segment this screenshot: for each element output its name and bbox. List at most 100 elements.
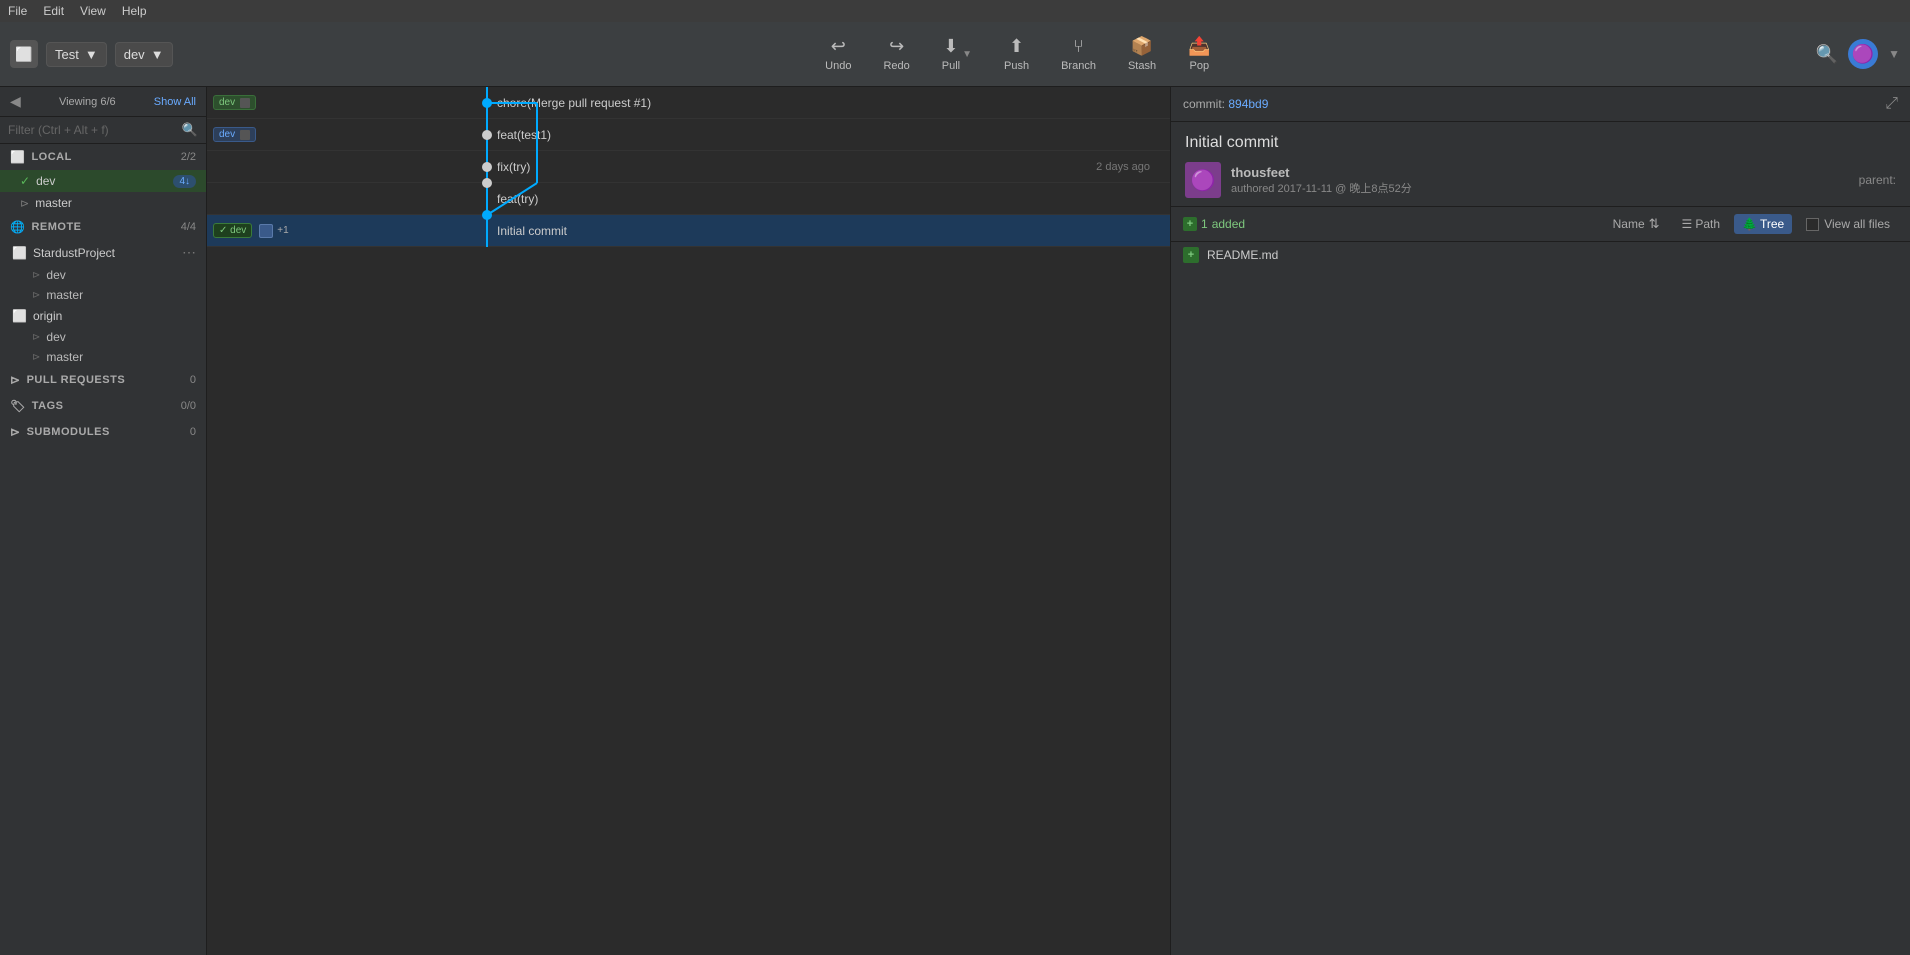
commit-author-row: 🟣 thousfeet authored 2017-11-11 @ 晚上8点52…: [1185, 162, 1896, 198]
commit-graph-area-5: ✓ dev +1: [207, 215, 427, 247]
sidebar-back-button[interactable]: ◀: [10, 93, 21, 110]
commit-message-3: fix(try): [497, 160, 1088, 174]
commit-title: Initial commit: [1185, 134, 1896, 152]
files-view-controls: Name ⇅ ☰ Path 🌲 Tree: [1605, 213, 1898, 235]
pop-button[interactable]: 📤 Pop: [1174, 30, 1224, 78]
repo-name: Test: [55, 47, 79, 62]
tree-view-button[interactable]: 🌲 Tree: [1734, 214, 1792, 234]
remote-section-header[interactable]: 🌐 REMOTE 4/4: [0, 214, 206, 240]
commit-id-value: 894bd9: [1228, 97, 1268, 111]
commit-row-2[interactable]: dev feat(test1): [207, 119, 1170, 151]
commit-message-4: feat(try): [497, 192, 1160, 206]
submodules-title: ⊳ SUBMODULES: [10, 425, 110, 439]
search-button[interactable]: 🔍: [1816, 44, 1838, 65]
remote-stardustproject[interactable]: ⬜ StardustProject ⋯: [0, 240, 206, 265]
tags-label: TAGS: [32, 400, 64, 412]
toolbar-left: ⬜ Test ▼ dev ▼: [10, 40, 220, 68]
branch-tag-dev-remote: dev: [213, 127, 256, 142]
remote-indicator: [259, 224, 273, 238]
local-section-title: ⬜ LOCAL: [10, 150, 72, 164]
added-label: added: [1212, 217, 1245, 231]
menu-view[interactable]: View: [80, 4, 106, 18]
path-icon: ☰: [1682, 217, 1693, 231]
repo-selector[interactable]: Test ▼: [46, 42, 107, 67]
local-section-header[interactable]: ⬜ LOCAL 2/2: [0, 144, 206, 170]
sidebar-item-dev-local[interactable]: ✓ dev 4↓: [0, 170, 206, 192]
parent-info: parent:: [1859, 173, 1896, 187]
branch-tag-dev-check: ✓ dev: [213, 223, 252, 238]
tree-icon: 🌲: [1742, 217, 1757, 231]
tags-count: 0/0: [181, 400, 196, 412]
push-button[interactable]: ⬆ Push: [990, 30, 1043, 78]
commit-message-5: Initial commit: [497, 224, 1160, 238]
expand-button[interactable]: ⤢: [1885, 95, 1898, 113]
remote-origin[interactable]: ⬜ origin: [0, 305, 206, 327]
dev-local-label: dev: [36, 174, 167, 188]
remote-count: 4/4: [181, 221, 196, 233]
sidebar: ◀ Viewing 6/6 Show All 🔍 ⬜ LOCAL 2/2 ✓ d…: [0, 87, 207, 955]
commit-row-3[interactable]: fix(try) 2 days ago: [207, 151, 1170, 183]
show-all-link[interactable]: Show All: [154, 96, 196, 108]
viewing-text: Viewing 6/6: [59, 96, 116, 108]
sidebar-item-master-local[interactable]: ⊳ master: [0, 192, 206, 214]
origin-dev-icon: ⊳: [32, 332, 40, 343]
redo-button[interactable]: ↪ Redo: [869, 30, 923, 78]
menu-edit[interactable]: Edit: [43, 4, 64, 18]
submodules-count: 0: [190, 426, 196, 438]
commit-graph: dev chore(Merge pull request #1) dev: [207, 87, 1170, 955]
toolbar: ⬜ Test ▼ dev ▼ ↩ Undo ↪ Redo ⬇ Pull ▼ ⬆ …: [0, 22, 1910, 87]
sidebar-item-stardustproject-master[interactable]: ⊳ master: [0, 285, 206, 305]
origin-icon: ⬜: [12, 309, 27, 323]
redo-label: Redo: [883, 60, 909, 72]
pull-requests-section-header[interactable]: ⊳ PULL REQUESTS 0: [0, 367, 206, 393]
pop-label: Pop: [1190, 60, 1210, 72]
author-avatar: 🟣: [1185, 162, 1221, 198]
repo-icon: ⬜: [10, 40, 38, 68]
commit-row-1[interactable]: dev chore(Merge pull request #1): [207, 87, 1170, 119]
user-avatar[interactable]: 🟣: [1848, 39, 1878, 69]
commit-info-2: feat(test1): [427, 128, 1160, 142]
stardustproject-menu-icon[interactable]: ⋯: [182, 244, 196, 261]
sidebar-item-stardustproject-dev[interactable]: ⊳ dev: [0, 265, 206, 285]
pull-requests-count: 0: [190, 374, 196, 386]
commit-message-2: feat(test1): [497, 128, 1160, 142]
sidebar-item-origin-master[interactable]: ⊳ master: [0, 347, 206, 367]
stash-button[interactable]: 📦 Stash: [1114, 30, 1170, 78]
view-all-label: View all files: [1824, 217, 1890, 231]
commit-id-label: commit:: [1183, 97, 1225, 111]
commit-graph-inner: dev chore(Merge pull request #1) dev: [207, 87, 1170, 247]
tags-section-header[interactable]: 🏷 TAGS 0/0: [0, 393, 206, 419]
branch-icon: ⑂: [1073, 36, 1084, 57]
redo-icon: ↪: [889, 36, 904, 57]
filter-search-icon[interactable]: 🔍: [182, 122, 198, 138]
branch-selector[interactable]: dev ▼: [115, 42, 173, 67]
user-dropdown-arrow[interactable]: ▼: [1888, 47, 1900, 61]
branch-button[interactable]: ⑂ Branch: [1047, 30, 1110, 78]
master-local-label: master: [35, 196, 196, 210]
submodules-section-header[interactable]: ⊳ SUBMODULES 0: [0, 419, 206, 445]
name-col-label: Name: [1613, 217, 1645, 231]
file-name-readme: README.md: [1207, 248, 1278, 262]
origin-dev-label: dev: [46, 330, 65, 344]
main-layout: ◀ Viewing 6/6 Show All 🔍 ⬜ LOCAL 2/2 ✓ d…: [0, 87, 1910, 955]
commit-row-4[interactable]: feat(try): [207, 183, 1170, 215]
branch-name: dev: [124, 47, 145, 62]
sidebar-item-origin-dev[interactable]: ⊳ dev: [0, 327, 206, 347]
commit-graph-area-3: [207, 151, 427, 183]
menu-file[interactable]: File: [8, 4, 27, 18]
pull-button[interactable]: ⬇ Pull ▼: [928, 30, 986, 78]
toolbar-center: ↩ Undo ↪ Redo ⬇ Pull ▼ ⬆ Push ⑂ Branch 📦…: [220, 30, 1816, 78]
undo-button[interactable]: ↩ Undo: [811, 30, 865, 78]
file-item-readme[interactable]: + README.md: [1171, 242, 1910, 268]
filter-input[interactable]: [8, 123, 176, 137]
stash-label: Stash: [1128, 60, 1156, 72]
remote-label: REMOTE: [31, 221, 81, 233]
path-view-button[interactable]: ☰ Path: [1674, 214, 1728, 234]
commit-row-5[interactable]: ✓ dev +1 Initial commit: [207, 215, 1170, 247]
name-sort-button[interactable]: Name ⇅: [1605, 213, 1668, 235]
tree-label: Tree: [1760, 217, 1784, 231]
dev-badge: 4↓: [173, 175, 196, 188]
pull-icon: ⬇: [943, 36, 958, 57]
view-all-files-checkbox[interactable]: View all files: [1798, 214, 1898, 234]
menu-help[interactable]: Help: [122, 4, 147, 18]
